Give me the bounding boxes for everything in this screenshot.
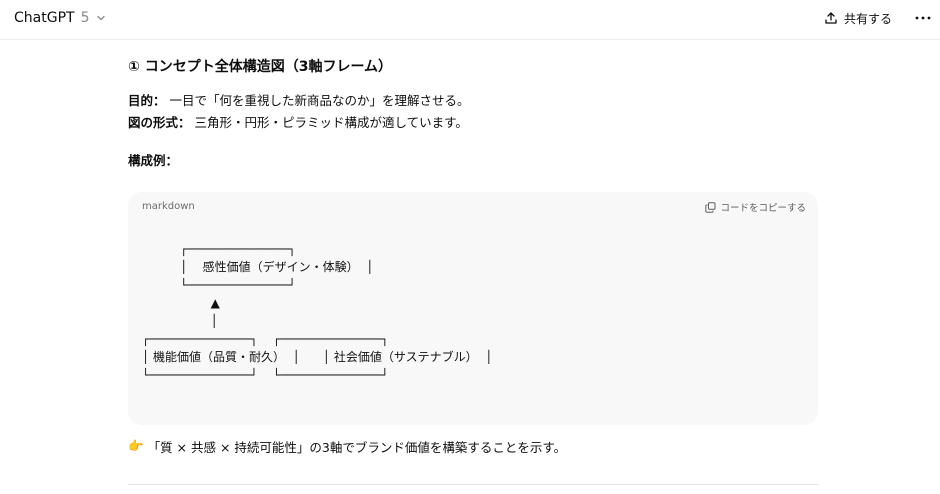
model-version: 5	[80, 10, 90, 26]
copy-code-label: コードをコピーする	[720, 203, 806, 214]
section-title: ① コンセプト全体構造図（3軸フレーム）	[128, 59, 393, 75]
code-content[interactable]: ┌──────────────┐ │ 感性価値（デザイン・体験） │ └────…	[142, 240, 492, 384]
assistant-message: ① コンセプト全体構造図（3軸フレーム） 目的： 一目で「何を重視した新商品なの…	[128, 54, 818, 485]
example-label: 構成例：	[128, 153, 179, 168]
summary-line: 👉 「質 × 共感 × 持続可能性」の3軸でブランド価値を構築することを示す。	[128, 436, 566, 456]
purpose-label: 目的：	[128, 93, 166, 108]
share-button[interactable]: 共有する	[818, 5, 898, 31]
format-label: 図の形式：	[128, 115, 191, 130]
chevron-down-icon	[95, 12, 107, 24]
format-line: 図の形式： 三角形・円形・ピラミッド構成が適しています。	[128, 112, 818, 134]
format-text: 三角形・円形・ピラミッド構成が適しています。	[190, 115, 468, 130]
model-name: ChatGPT	[14, 10, 75, 26]
purpose-line: 目的： 一目で「何を重視した新商品なのか」を理解させる。	[128, 90, 818, 112]
divider	[128, 484, 818, 485]
purpose-text: 一目で「何を重視した新商品なのか」を理解させる。	[165, 93, 470, 108]
summary-text: 「質 × 共感 × 持続可能性」の3軸でブランド価値を構築することを示す。	[147, 439, 567, 455]
share-label: 共有する	[844, 11, 893, 26]
more-options-button[interactable]	[910, 6, 936, 30]
pointing-hand-icon: 👉	[128, 438, 144, 453]
top-bar: ChatGPT 5 共有する	[0, 0, 940, 40]
share-icon	[824, 11, 838, 25]
ellipsis-icon	[915, 16, 931, 20]
code-block: markdown コードをコピーする ┌──────────────┐ │ 感性…	[128, 192, 818, 425]
copy-code-button[interactable]: コードをコピーする	[705, 200, 806, 214]
copy-icon	[705, 201, 716, 213]
model-selector-button[interactable]: ChatGPT 5	[8, 5, 113, 31]
code-language-label: markdown	[142, 201, 195, 212]
